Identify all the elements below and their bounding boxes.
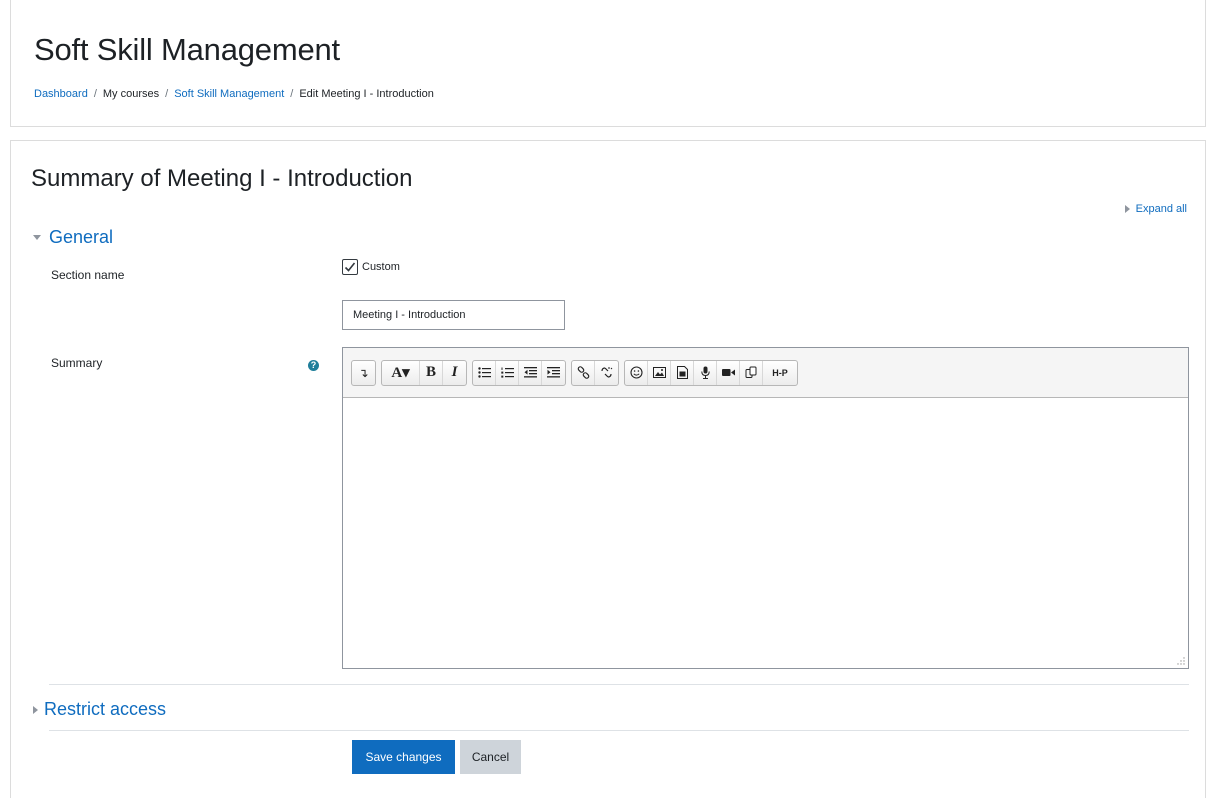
summary-editor-content[interactable] bbox=[343, 398, 1188, 668]
emoji-icon[interactable] bbox=[625, 360, 648, 385]
italic-icon[interactable]: I bbox=[443, 361, 466, 385]
toolbar-group-media: H-P bbox=[624, 359, 798, 386]
save-changes-button[interactable]: Save changes bbox=[352, 740, 455, 774]
record-audio-icon[interactable] bbox=[694, 360, 717, 385]
h5p-icon[interactable]: H-P bbox=[763, 361, 797, 385]
help-icon[interactable]: ? bbox=[308, 360, 319, 371]
outdent-icon[interactable] bbox=[519, 360, 542, 385]
collapse-arrow-icon[interactable]: ↴ bbox=[352, 361, 375, 385]
restrict-access-label: Restrict access bbox=[44, 699, 167, 719]
unordered-list-icon[interactable] bbox=[473, 360, 496, 385]
checkmark-icon bbox=[344, 262, 356, 272]
edit-section-form: Summary of Meeting I - Introduction Expa… bbox=[10, 140, 1206, 798]
collapse-down-icon bbox=[33, 235, 41, 240]
custom-checkbox-label: Custom bbox=[362, 261, 400, 273]
ordered-list-icon[interactable] bbox=[496, 360, 519, 385]
general-legend-label: General bbox=[49, 227, 114, 247]
summary-editor: ↴ A▾ B I H-P bbox=[342, 347, 1189, 669]
page-title: Soft Skill Management bbox=[34, 32, 340, 67]
toolbar-group-style: A▾ B I bbox=[381, 359, 467, 386]
font-color-icon[interactable]: A▾ bbox=[382, 360, 420, 385]
editor-toolbar: ↴ A▾ B I H-P bbox=[343, 348, 1188, 398]
breadcrumb-separator: / bbox=[290, 88, 294, 100]
expand-arrow-icon bbox=[1124, 205, 1130, 213]
link-icon[interactable] bbox=[572, 360, 595, 385]
summary-label: Summary bbox=[51, 356, 103, 370]
page-header: Soft Skill Management Dashboard / My cou… bbox=[10, 0, 1206, 127]
bold-icon[interactable]: B bbox=[420, 360, 443, 385]
image-icon[interactable] bbox=[648, 360, 671, 385]
cancel-button[interactable]: Cancel bbox=[460, 740, 521, 774]
divider bbox=[49, 730, 1189, 731]
indent-icon[interactable] bbox=[542, 361, 565, 385]
toolbar-group-toggle: ↴ bbox=[351, 359, 376, 386]
breadcrumb-my-courses: My courses bbox=[102, 88, 160, 100]
breadcrumb-separator: / bbox=[165, 88, 169, 100]
record-video-icon[interactable] bbox=[717, 360, 740, 385]
breadcrumb-course[interactable]: Soft Skill Management bbox=[174, 88, 284, 100]
media-icon[interactable] bbox=[671, 360, 694, 385]
resize-grip-icon[interactable] bbox=[1177, 657, 1185, 665]
expand-all-link[interactable]: Expand all bbox=[1124, 203, 1187, 215]
breadcrumb: Dashboard / My courses / Soft Skill Mana… bbox=[34, 88, 434, 100]
section-name-label: Section name bbox=[51, 268, 125, 282]
divider bbox=[49, 684, 1189, 685]
form-heading: Summary of Meeting I - Introduction bbox=[31, 165, 413, 192]
expand-arrow-icon bbox=[33, 705, 38, 714]
restrict-access-toggle[interactable]: Restrict access bbox=[33, 699, 166, 720]
breadcrumb-current: Edit Meeting I - Introduction bbox=[299, 88, 434, 100]
unlink-icon[interactable] bbox=[595, 361, 618, 385]
breadcrumb-separator: / bbox=[93, 88, 97, 100]
expand-all-label: Expand all bbox=[1135, 203, 1187, 215]
general-fieldset-toggle[interactable]: General bbox=[33, 227, 113, 248]
manage-files-icon[interactable] bbox=[740, 360, 763, 385]
custom-checkbox-wrapper[interactable]: Custom bbox=[342, 259, 400, 275]
section-name-input[interactable] bbox=[342, 300, 565, 330]
toolbar-group-links bbox=[571, 359, 619, 386]
toolbar-group-lists bbox=[472, 359, 566, 386]
breadcrumb-dashboard[interactable]: Dashboard bbox=[34, 88, 88, 100]
custom-checkbox[interactable] bbox=[342, 259, 358, 275]
